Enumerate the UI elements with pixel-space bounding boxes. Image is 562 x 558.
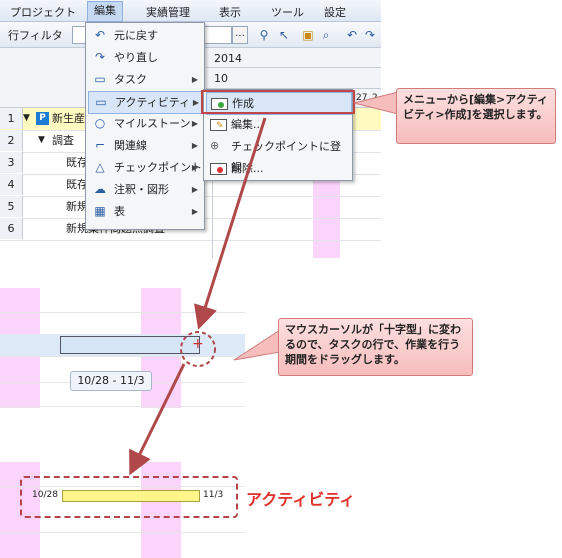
project-icon: P: [36, 112, 49, 125]
menu-edit[interactable]: 編集: [87, 1, 123, 22]
edit-activity-icon: ✎: [210, 119, 227, 131]
menu-item-label: 注釈・図形: [114, 183, 169, 196]
submenu-arrow-icon: ▶: [191, 141, 198, 150]
menu-item-relation-line[interactable]: ⌐ 関連線 ▶: [88, 135, 202, 156]
menu-results[interactable]: 実績管理: [146, 4, 190, 20]
submenu-item-register-checkpoint[interactable]: ⊕ チェックポイントに登録: [206, 136, 350, 174]
menu-view[interactable]: 表示: [219, 4, 241, 20]
submenu-arrow-icon: ▶: [192, 98, 199, 107]
menu-settings[interactable]: 設定: [324, 4, 346, 20]
submenu-item-label: 削除...: [231, 162, 264, 175]
task-icon: ▭: [94, 72, 106, 86]
row-number: 6: [0, 218, 23, 239]
row-number: 2: [0, 130, 23, 151]
menu-item-label: アクティビティ: [115, 96, 191, 109]
menu-item-undo[interactable]: ↶ 元に戻す: [88, 25, 202, 46]
checkpoint-icon: △: [95, 160, 105, 174]
undo-icon[interactable]: ↶: [344, 27, 360, 43]
zoom-icon[interactable]: ⌕: [318, 27, 334, 43]
callout-pointer: [353, 91, 399, 115]
row-filter-label: 行フィルタ: [8, 29, 63, 42]
menu-item-annotation[interactable]: ☁ 注釈・図形 ▶: [88, 179, 202, 200]
collapse-icon[interactable]: ▼: [38, 130, 45, 151]
timeline-month: 10: [214, 72, 228, 85]
drag-area: + 10/28 - 11/3: [0, 288, 245, 408]
menu-bar: プロジェクト 編集 実績管理 表示 ツール 設定: [0, 0, 381, 22]
redo-icon[interactable]: ↷: [362, 27, 378, 43]
pointer-icon[interactable]: ↖: [276, 27, 292, 43]
relation-line-icon: ⌐: [94, 138, 106, 152]
submenu-item-delete[interactable]: 削除...: [206, 158, 350, 179]
annotation-icon: ☁: [94, 182, 106, 196]
row-number: 1: [0, 108, 23, 129]
submenu-arrow-icon: ▶: [191, 163, 198, 172]
menu-item-label: 元に戻す: [114, 29, 158, 42]
undo-icon: ↶: [94, 28, 106, 42]
row-number: 4: [0, 174, 23, 195]
milestone-icon: ○: [94, 116, 106, 130]
submenu-arrow-icon: ▶: [191, 75, 198, 84]
submenu-arrow-icon: ▶: [191, 185, 198, 194]
submenu-arrow-icon: ▶: [191, 119, 198, 128]
date-range-tooltip: 10/28 - 11/3: [70, 371, 152, 391]
menu-project[interactable]: プロジェクト: [10, 4, 76, 20]
activity-icon: ▭: [95, 95, 107, 109]
submenu-item-label: 編集...: [231, 118, 264, 131]
menu-item-label: チェックポイント: [114, 161, 202, 174]
menu-item-label: タスク: [114, 73, 147, 86]
crosshair-cursor-icon: +: [192, 336, 204, 352]
menu-item-task[interactable]: ▭ タスク ▶: [88, 69, 202, 90]
menu-item-activity[interactable]: ▭ アクティビティ ▶: [88, 91, 204, 114]
redo-icon: ↷: [94, 50, 106, 64]
search-icon[interactable]: ⚲: [256, 27, 272, 43]
row-name: 新生産: [52, 112, 85, 125]
row-filter-button[interactable]: ...: [232, 26, 248, 44]
row-name: 調査: [52, 134, 74, 147]
drag-selection-rect[interactable]: [60, 336, 200, 354]
menu-item-checkpoint[interactable]: △ チェックポイント ▶: [88, 157, 202, 178]
table-icon: ▦: [94, 204, 106, 218]
lock-icon[interactable]: ▣: [300, 27, 316, 43]
delete-activity-icon: [210, 163, 227, 175]
menu-item-label: マイルストーン: [114, 117, 191, 130]
result-highlight-box: [20, 476, 238, 518]
register-checkpoint-icon: ⊕: [210, 139, 220, 152]
submenu-item-edit[interactable]: ✎ 編集...: [206, 114, 350, 135]
activity-caption: アクティビティ: [246, 490, 356, 509]
menu-item-label: やり直し: [114, 51, 158, 64]
menu-item-label: 表: [114, 205, 125, 218]
collapse-icon[interactable]: ▼: [23, 108, 30, 129]
edit-menu: ↶ 元に戻す ↷ やり直し ▭ タスク ▶ ▭ アクティビティ ▶ ○ マイルス…: [85, 22, 205, 230]
create-highlight-box: [201, 90, 355, 114]
submenu-arrow-icon: ▶: [191, 207, 198, 216]
row-number: 5: [0, 196, 23, 217]
row-number: 3: [0, 152, 23, 173]
menu-item-table[interactable]: ▦ 表 ▶: [88, 201, 202, 222]
callout-pointer: [233, 329, 281, 361]
timeline-year: 2014: [214, 52, 242, 65]
menu-tools[interactable]: ツール: [271, 4, 304, 20]
callout-cursor-instruction: マウスカーソルが「十字型」に変わるので、タスクの行で、作業を行う期間をドラッグし…: [278, 318, 473, 376]
callout-menu-instruction: メニューから[編集>アクティビティ>作成]を選択します。: [396, 88, 556, 144]
menu-item-redo[interactable]: ↷ やり直し: [88, 47, 202, 68]
menu-item-milestone[interactable]: ○ マイルストーン ▶: [88, 113, 202, 134]
menu-item-label: 関連線: [114, 139, 147, 152]
